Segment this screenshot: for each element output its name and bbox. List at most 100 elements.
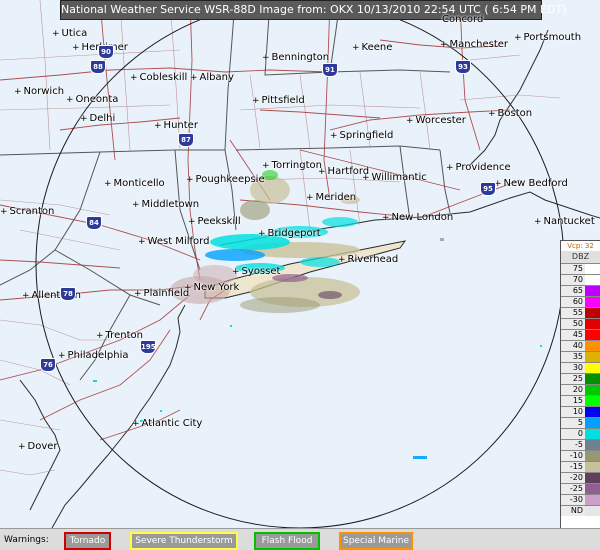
city-label-bridgeport: + Bridgeport [258, 228, 321, 239]
legend-level-row: 20 [561, 384, 600, 395]
legend-level-swatch [585, 440, 600, 450]
flash-flood-warning-button[interactable]: Flash Flood [254, 532, 320, 550]
legend-level-label: 55 [561, 308, 585, 318]
legend-level-swatch [585, 473, 600, 483]
legend-level-row: -20 [561, 472, 600, 483]
legend-level-label: ND [561, 506, 585, 516]
city-label-monticello: + Monticello [104, 178, 165, 189]
city-label-new-york: + New York [184, 282, 240, 293]
city-label-pittsfield: + Pittsfield [252, 95, 305, 106]
city-label-utica: + Utica [52, 28, 88, 39]
city-label-bennington: + Bennington [262, 52, 330, 63]
legend-level-swatch [585, 264, 600, 274]
radar-map [0, 0, 600, 528]
legend-level-label: 25 [561, 374, 585, 384]
legend-level-swatch [585, 308, 600, 318]
legend-level-swatch [585, 407, 600, 417]
city-label-west-milford: + West Milford [138, 236, 210, 247]
interstate-shield: 87 [178, 133, 194, 147]
legend-level-swatch [585, 363, 600, 373]
legend-level-swatch [585, 385, 600, 395]
legend-level-label: 65 [561, 286, 585, 296]
legend-level-label: -10 [561, 451, 585, 461]
city-label-norwich: + Norwich [14, 86, 65, 97]
legend-level-row: 50 [561, 318, 600, 329]
legend-level-swatch [585, 352, 600, 362]
interstate-shield: 90 [98, 45, 114, 59]
city-label-meriden: + Meriden [306, 192, 357, 203]
warnings-label: Warnings: [4, 535, 49, 545]
interstate-shield: 93 [455, 60, 471, 74]
legend-level-row: 60 [561, 296, 600, 307]
special-marine-warning-button[interactable]: Special Marine [339, 532, 413, 550]
legend-level-label: 50 [561, 319, 585, 329]
legend-level-label: -25 [561, 484, 585, 494]
legend-level-swatch [585, 374, 600, 384]
city-label-hunter: + Hunter [154, 120, 198, 131]
city-label-delhi: + Delhi [80, 113, 116, 124]
interstate-shield: 78 [60, 287, 76, 301]
legend-scale: 75 70 65 60 55 50 45 40 35 30 25 20 15 10 5 0 -5 -10 -15 -2… [561, 263, 600, 516]
legend-level-label: -30 [561, 495, 585, 505]
legend-level-row: 35 [561, 351, 600, 362]
city-label-torrington: + Torrington [262, 160, 322, 171]
legend-level-row: 55 [561, 307, 600, 318]
legend-level-swatch [585, 396, 600, 406]
city-label-new-bedford: + New Bedford [494, 178, 568, 189]
city-label-cobleskill: + Cobleskill [130, 72, 188, 83]
warnings-bar: Warnings: Tornado Severe Thunderstorm Fl… [0, 528, 600, 550]
city-label-oneonta: + Oneonta [66, 94, 119, 105]
legend-level-row: ND [561, 505, 600, 516]
legend-level-label: 5 [561, 418, 585, 428]
legend-level-swatch [585, 341, 600, 351]
legend-level-label: 40 [561, 341, 585, 351]
legend-level-row: 70 [561, 274, 600, 285]
legend-level-label: 60 [561, 297, 585, 307]
city-label-atlantic-city: + Atlantic City [132, 418, 203, 429]
legend-level-label: 70 [561, 275, 585, 285]
city-label-dover: + Dover [18, 441, 58, 452]
legend-level-swatch [585, 319, 600, 329]
legend-level-row: 25 [561, 373, 600, 384]
city-label-plainfield: + Plainfield [134, 288, 190, 299]
city-label-portsmouth: + Portsmouth [514, 32, 582, 43]
city-label-worcester: + Worcester [406, 115, 466, 126]
legend-level-swatch [585, 451, 600, 461]
legend-level-row: 75 [561, 263, 600, 274]
legend-level-label: 45 [561, 330, 585, 340]
legend-level-row: -15 [561, 461, 600, 472]
legend-level-swatch [585, 286, 600, 296]
legend-level-row: 40 [561, 340, 600, 351]
legend-level-row: -10 [561, 450, 600, 461]
legend-level-row: 45 [561, 329, 600, 340]
legend-level-row: 65 [561, 285, 600, 296]
legend-level-row: 30 [561, 362, 600, 373]
legend-level-swatch [585, 429, 600, 439]
legend-level-swatch [585, 275, 600, 285]
city-label-albany: + Albany [190, 72, 234, 83]
tornado-warning-button[interactable]: Tornado [64, 532, 111, 550]
interstate-shield: 95 [480, 182, 496, 196]
city-label-springfield: + Springfield [330, 130, 394, 141]
legend-level-label: 20 [561, 385, 585, 395]
legend-level-swatch [585, 418, 600, 428]
legend-level-label: 30 [561, 363, 585, 373]
legend-level-label: -20 [561, 473, 585, 483]
interstate-shield: 88 [90, 60, 106, 74]
city-label-middletown: + Middletown [132, 199, 200, 210]
legend-level-label: -5 [561, 440, 585, 450]
city-label-scranton: + Scranton [0, 206, 55, 217]
legend-level-row: -5 [561, 439, 600, 450]
city-label-new-london: + New London [382, 212, 454, 223]
dbz-unit-label: DBZ [561, 251, 600, 263]
legend-level-swatch [585, 484, 600, 494]
interstate-shield: 91 [322, 63, 338, 77]
city-label-syosset: + Syosset [232, 266, 281, 277]
severe-thunderstorm-warning-button[interactable]: Severe Thunderstorm [130, 532, 238, 550]
city-label-peekskill: + Peekskill [188, 216, 241, 227]
legend-level-label: 0 [561, 429, 585, 439]
legend-level-row: 10 [561, 406, 600, 417]
legend-level-row: 5 [561, 417, 600, 428]
legend-level-row: 0 [561, 428, 600, 439]
legend-level-swatch [585, 506, 600, 516]
